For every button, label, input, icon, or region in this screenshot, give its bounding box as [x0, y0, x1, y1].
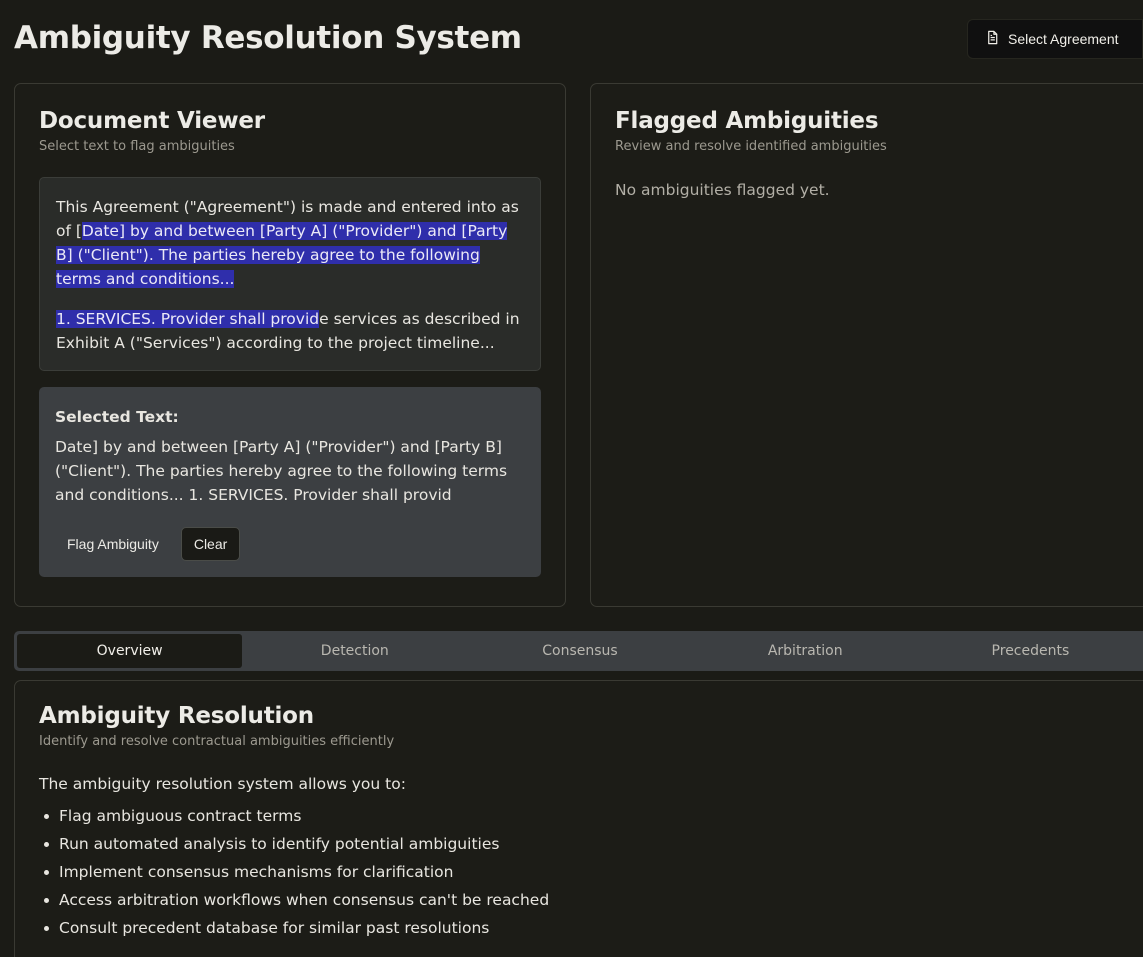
document-paragraph-1[interactable]: This Agreement ("Agreement") is made and…	[56, 195, 524, 291]
tab-arbitration[interactable]: Arbitration	[693, 634, 918, 668]
feature-list: Flag ambiguous contract terms Run automa…	[39, 802, 1119, 942]
tab-precedents[interactable]: Precedents	[918, 634, 1143, 668]
flagged-ambiguities-panel: Flagged Ambiguities Review and resolve i…	[590, 83, 1143, 607]
overview-subtitle: Identify and resolve contractual ambigui…	[39, 734, 395, 749]
document-icon	[985, 30, 1000, 48]
flagged-ambiguities-title: Flagged Ambiguities	[615, 108, 879, 134]
list-item: Consult precedent database for similar p…	[39, 914, 1119, 942]
tab-overview[interactable]: Overview	[17, 634, 243, 668]
document-paragraph-2[interactable]: 1. SERVICES. Provider shall provide serv…	[56, 307, 524, 355]
selected-text-label: Selected Text:	[55, 408, 179, 426]
list-item: Implement consensus mechanisms for clari…	[39, 858, 1119, 886]
document-text[interactable]: This Agreement ("Agreement") is made and…	[39, 177, 541, 371]
list-item: Access arbitration workflows when consen…	[39, 886, 1119, 914]
selected-text-highlight[interactable]: 1. SERVICES. Provider shall provid	[56, 310, 320, 328]
overview-panel: Ambiguity Resolution Identify and resolv…	[14, 680, 1143, 957]
flag-ambiguity-button[interactable]: Flag Ambiguity	[55, 527, 171, 561]
selected-text-panel: Selected Text: Date] by and between [Par…	[39, 387, 541, 577]
overview-title: Ambiguity Resolution	[39, 703, 314, 729]
page-title: Ambiguity Resolution System	[14, 20, 522, 56]
tab-detection[interactable]: Detection	[242, 634, 467, 668]
tab-bar: Overview Detection Consensus Arbitration…	[14, 631, 1143, 671]
selected-text-highlight[interactable]: Date] by and between [Party A] ("Provide…	[56, 222, 508, 288]
empty-state-message: No ambiguities flagged yet.	[615, 181, 830, 199]
select-agreement-label: Select Agreement	[1008, 31, 1119, 47]
overview-intro: The ambiguity resolution system allows y…	[39, 775, 406, 793]
selected-text-value: Date] by and between [Party A] ("Provide…	[55, 438, 508, 504]
list-item: Flag ambiguous contract terms	[39, 802, 1119, 830]
list-item: Run automated analysis to identify poten…	[39, 830, 1119, 858]
document-viewer-panel: Document Viewer Select text to flag ambi…	[14, 83, 566, 607]
clear-button[interactable]: Clear	[180, 527, 241, 561]
select-agreement-button[interactable]: Select Agreement	[967, 19, 1143, 59]
flagged-ambiguities-subtitle: Review and resolve identified ambiguitie…	[615, 139, 887, 154]
document-viewer-title: Document Viewer	[39, 108, 265, 134]
tab-consensus[interactable]: Consensus	[467, 634, 692, 668]
document-viewer-subtitle: Select text to flag ambiguities	[39, 139, 235, 154]
